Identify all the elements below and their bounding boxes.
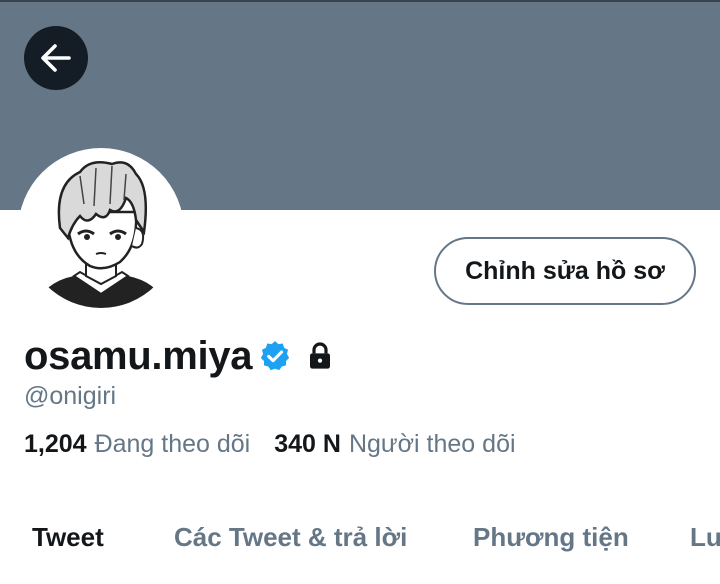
name-row: osamu.miya (24, 330, 336, 382)
following-count: 1,204 (24, 430, 87, 458)
followers-stat[interactable]: 340 N Người theo dõi (274, 430, 515, 459)
tab-tweets-replies[interactable]: Các Tweet & trả lời (174, 522, 407, 553)
back-button[interactable] (24, 26, 88, 90)
verified-badge-icon (258, 339, 292, 373)
follow-stats: 1,204 Đang theo dõi 340 N Người theo dõi (24, 430, 516, 459)
profile-tabs: Tweet Các Tweet & trả lời Phương tiện Lư (0, 518, 720, 568)
arrow-left-icon (41, 44, 71, 72)
edit-profile-button[interactable]: Chỉnh sửa hồ sơ (434, 237, 696, 305)
avatar[interactable] (24, 154, 178, 308)
display-name: osamu.miya (24, 333, 253, 378)
following-label: Đang theo dõi (94, 430, 251, 458)
followers-count: 340 N (274, 430, 341, 458)
tab-tweets[interactable]: Tweet (32, 522, 104, 553)
tab-likes[interactable]: Lư (690, 522, 720, 553)
following-stat[interactable]: 1,204 Đang theo dõi (24, 430, 250, 459)
tab-media[interactable]: Phương tiện (473, 522, 629, 553)
lock-icon (304, 340, 336, 372)
avatar-frame (18, 148, 184, 314)
username-handle: @onigiri (24, 382, 117, 410)
followers-label: Người theo dõi (348, 430, 516, 458)
